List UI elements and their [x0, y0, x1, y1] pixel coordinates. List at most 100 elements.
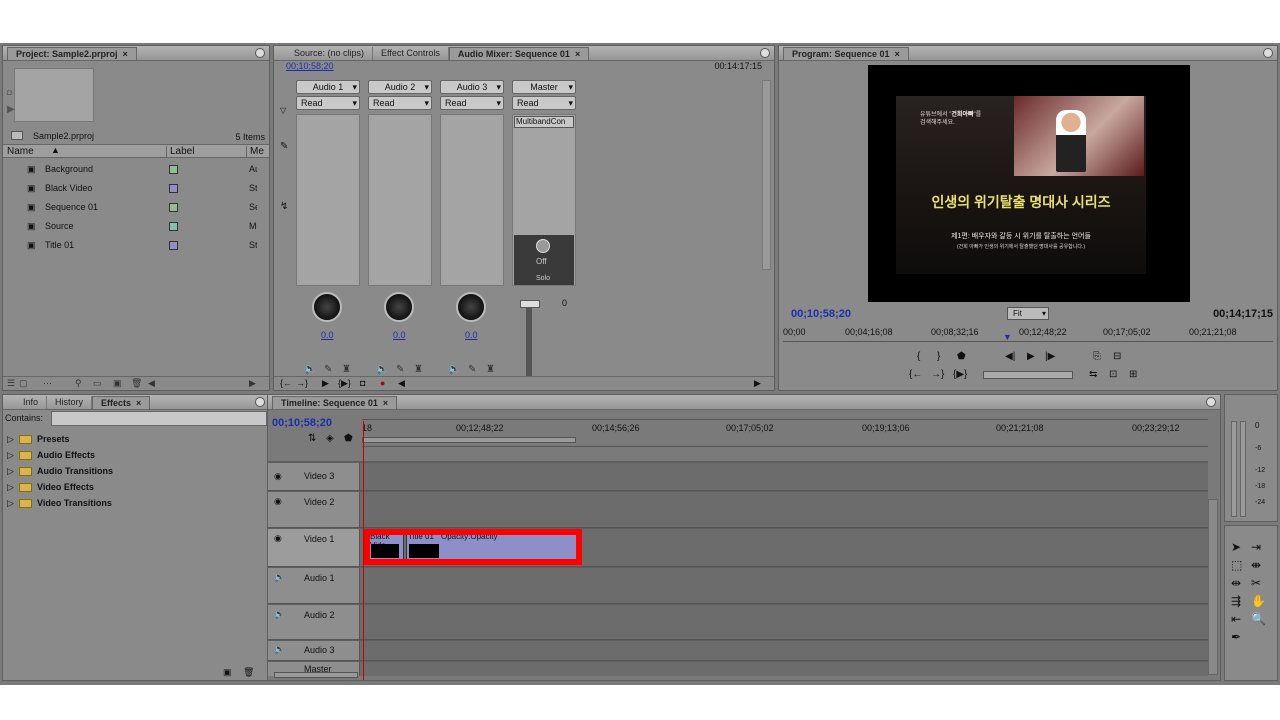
project-item[interactable]: ▣ Black Video Stil	[3, 179, 269, 198]
program-timecode-current[interactable]: 00;10;58;20	[791, 308, 851, 320]
set-marker-icon[interactable]: ◈	[326, 433, 334, 444]
timeline-zoom-bar[interactable]	[362, 412, 1208, 420]
pen-tool-icon[interactable]: ✒	[1231, 630, 1241, 644]
expand-triangle-icon[interactable]: ▷	[7, 463, 14, 479]
channel-audio3-mode[interactable]: Read	[440, 96, 504, 110]
mixer-scroll-left-icon[interactable]: ◀	[398, 378, 405, 389]
mixer-timecode-current[interactable]: 00;10;58;20	[286, 61, 334, 71]
scroll-right-icon[interactable]: ▶	[249, 378, 256, 389]
panel-menu-icon[interactable]	[255, 48, 265, 58]
jog-slider[interactable]	[983, 371, 1073, 379]
project-item[interactable]: ▣ Source Mo	[3, 217, 269, 236]
channel-master-mode[interactable]: Read	[512, 96, 576, 110]
channel-audio2-mode[interactable]: Read	[368, 96, 432, 110]
speaker-icon[interactable]: 🔈	[274, 609, 285, 620]
new-item-icon[interactable]: ▣	[113, 378, 122, 389]
program-ruler[interactable]: 00;00 00;04;16;08 00;08;32;16 00;12;48;2…	[783, 326, 1273, 342]
panel-menu-icon[interactable]	[255, 397, 265, 407]
expand-triangle-icon[interactable]: ▷	[7, 447, 14, 463]
channel-audio2-effects-area[interactable]	[368, 114, 432, 286]
close-icon[interactable]: ×	[895, 49, 900, 59]
close-icon[interactable]: ×	[123, 49, 128, 59]
snap-icon[interactable]: ⇅	[308, 433, 316, 444]
slip-tool-icon[interactable]: ⇶	[1231, 594, 1241, 608]
expand-triangle-icon[interactable]: ▷	[7, 479, 14, 495]
mixer-scroll-right-icon[interactable]: ▶	[754, 378, 761, 389]
master-effect-slot[interactable]: MultibandCon	[514, 116, 574, 128]
close-icon[interactable]: ×	[575, 49, 580, 59]
lift-icon[interactable]: ⎘	[1093, 351, 1101, 362]
selection-tool-icon[interactable]: ➤	[1231, 540, 1241, 554]
project-item[interactable]: ▣ Background Au	[3, 160, 269, 179]
tab-project[interactable]: Project: Sample2.prproj ×	[7, 47, 137, 60]
master-effect-knob-icon[interactable]	[536, 239, 550, 253]
program-playhead-icon[interactable]: ▼	[1003, 332, 1012, 342]
send-icon[interactable]: ↯	[280, 201, 288, 212]
play-icon[interactable]: ▶	[1027, 351, 1035, 362]
safe-margins-icon[interactable]: ⊡	[1109, 369, 1117, 380]
play-icon[interactable]: ▶	[322, 378, 329, 389]
close-icon[interactable]: ×	[383, 398, 388, 408]
scroll-left-icon[interactable]: ◀	[148, 378, 155, 389]
channel-audio2-record-icon[interactable]: ✎	[396, 364, 404, 375]
eye-icon[interactable]: ◉	[274, 533, 282, 544]
delete-custom-item-icon[interactable]: 🗑	[243, 667, 254, 678]
timeline-zoom-slider[interactable]	[274, 672, 358, 678]
razor-tool-icon[interactable]: ✂	[1251, 576, 1261, 590]
extract-icon[interactable]: ⊟	[1113, 351, 1121, 362]
mixer-scrollbar[interactable]	[762, 80, 771, 270]
play-in-out-icon[interactable]: {▶}	[953, 369, 967, 380]
tab-effect-controls[interactable]: Effect Controls	[373, 47, 449, 60]
label-color-swatch[interactable]	[169, 241, 178, 250]
delete-icon[interactable]: 🗑	[131, 378, 142, 389]
tab-history[interactable]: History	[47, 396, 93, 409]
sort-ascending-icon[interactable]: ▲	[51, 145, 60, 155]
tab-info[interactable]: Info	[15, 396, 48, 409]
automate-icon[interactable]: ⋯	[43, 378, 52, 389]
channel-audio2-solo-icon[interactable]: ♜	[414, 364, 423, 375]
speaker-icon[interactable]: 🔈	[274, 644, 285, 655]
effects-folder[interactable]: ▷ Video Transitions	[3, 495, 269, 511]
slide-tool-icon[interactable]: ⇤	[1231, 612, 1241, 626]
hand-tool-icon[interactable]: ✋	[1251, 594, 1266, 608]
timeline-timecode[interactable]: 00;10;58;20	[272, 417, 332, 429]
master-effects-area[interactable]: MultibandCon Off Solo	[512, 114, 576, 286]
master-fader-handle[interactable]	[520, 300, 540, 308]
channel-audio2-mute-icon[interactable]: 🔈	[376, 364, 388, 375]
effect-pencil-icon[interactable]: ✎	[280, 141, 288, 152]
step-forward-icon[interactable]: |▶	[1045, 351, 1055, 362]
tab-timeline[interactable]: Timeline: Sequence 01 ×	[272, 396, 398, 409]
channel-audio1-record-icon[interactable]: ✎	[324, 364, 332, 375]
eye-icon[interactable]: ◉	[274, 496, 282, 507]
label-color-swatch[interactable]	[169, 165, 178, 174]
project-item[interactable]: ▣ Title 01 Stil	[3, 236, 269, 255]
column-label[interactable]: Label	[166, 146, 194, 157]
icon-view-icon[interactable]: ▢	[19, 378, 28, 389]
play-thumbnail-icon[interactable]: ▶	[7, 104, 15, 115]
new-custom-bin-icon[interactable]: ▣	[223, 667, 232, 678]
speaker-icon[interactable]: 🔈	[274, 572, 285, 583]
channel-audio1-pan-knob[interactable]	[312, 292, 342, 322]
project-item[interactable]: ▣Sequence 01Sec	[3, 198, 269, 217]
program-fit-dropdown[interactable]: Fit ▾	[1007, 307, 1049, 320]
column-name[interactable]: Name	[7, 146, 34, 157]
tab-audio-mixer[interactable]: Audio Mixer: Sequence 01 ×	[448, 47, 590, 60]
timeline-marker-icon[interactable]: ⬟	[344, 433, 353, 444]
channel-audio3-solo-icon[interactable]: ♜	[486, 364, 495, 375]
channel-audio3-record-icon[interactable]: ✎	[468, 364, 476, 375]
go-to-out-icon[interactable]: →}	[296, 378, 308, 388]
mark-in-icon[interactable]: {	[917, 351, 920, 362]
channel-audio1-solo-icon[interactable]: ♜	[342, 364, 351, 375]
panel-menu-icon[interactable]	[760, 48, 770, 58]
ripple-edit-tool-icon[interactable]: ⬚	[1231, 558, 1242, 572]
rolling-edit-tool-icon[interactable]: ⇼	[1251, 558, 1261, 572]
channel-audio3-mute-icon[interactable]: 🔈	[448, 364, 460, 375]
find-icon[interactable]: ⚲	[75, 378, 82, 389]
step-back-icon[interactable]: ◀|	[1005, 351, 1015, 362]
track-select-tool-icon[interactable]: ⇥	[1251, 540, 1261, 554]
eye-icon[interactable]: ◉	[274, 471, 282, 482]
channel-audio1-mode[interactable]: Read	[296, 96, 360, 110]
label-color-swatch[interactable]	[169, 203, 178, 212]
channel-audio3-pan-value[interactable]: 0.0	[465, 330, 478, 340]
contains-search-input[interactable]	[51, 411, 267, 426]
